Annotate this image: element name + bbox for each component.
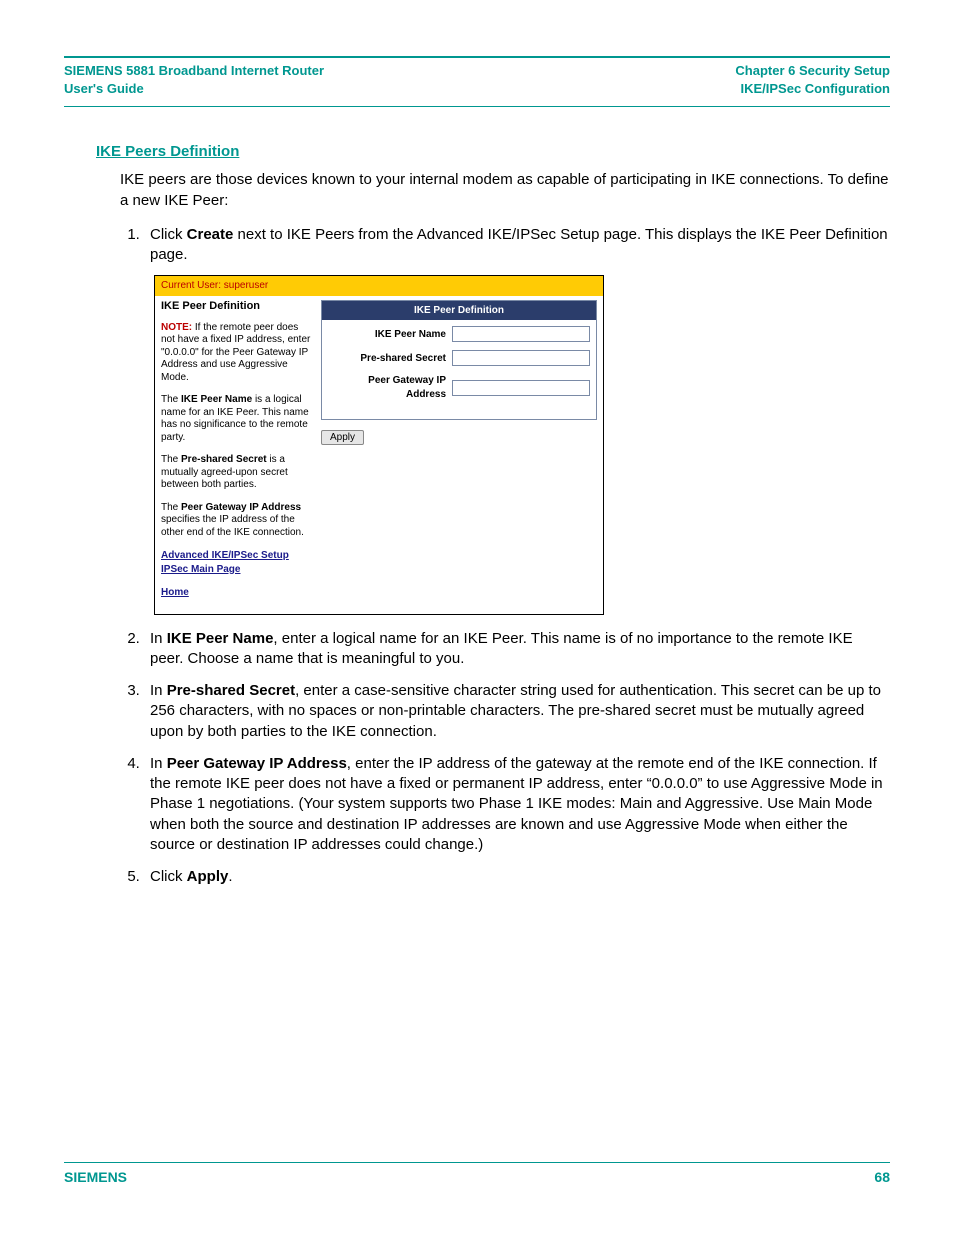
app-help-panel: IKE Peer Definition NOTE: If the remote …	[161, 300, 311, 600]
help-p2: The IKE Peer Name is a logical name for …	[161, 394, 311, 444]
apply-button[interactable]: Apply	[321, 430, 364, 445]
label-preshared-secret: Pre-shared Secret	[328, 352, 446, 366]
header-chapter: Chapter 6 Security Setup	[735, 62, 890, 80]
link-ipsec-main[interactable]: IPSec Main Page	[161, 563, 311, 577]
app-screenshot: Current User: superuser IKE Peer Definit…	[154, 275, 604, 614]
input-gateway-ip[interactable]	[452, 380, 590, 396]
label-gateway-ip: Peer Gateway IP Address	[328, 374, 446, 401]
header-section: IKE/IPSec Configuration	[735, 80, 890, 98]
help-note: NOTE: If the remote peer does not have a…	[161, 322, 311, 385]
intro-paragraph: IKE peers are those devices known to you…	[120, 170, 890, 211]
label-peer-name: IKE Peer Name	[328, 328, 446, 342]
footer-page-number: 68	[874, 1169, 890, 1185]
step-1: Click Create next to IKE Peers from the …	[144, 225, 890, 615]
input-preshared-secret[interactable]	[452, 350, 590, 366]
steps-list: Click Create next to IKE Peers from the …	[120, 225, 890, 888]
step-2: In IKE Peer Name, enter a logical name f…	[144, 629, 890, 670]
footer-brand: SIEMENS	[64, 1169, 127, 1185]
section-heading: IKE Peers Definition	[96, 143, 890, 160]
form-panel-title: IKE Peer Definition	[322, 301, 596, 321]
step-4: In Peer Gateway IP Address, enter the IP…	[144, 754, 890, 855]
step-5: Click Apply.	[144, 867, 890, 887]
header-product: SIEMENS 5881 Broadband Internet Router	[64, 62, 324, 80]
input-peer-name[interactable]	[452, 326, 590, 342]
link-advanced-setup[interactable]: Advanced IKE/IPSec Setup	[161, 549, 311, 563]
current-user-bar: Current User: superuser	[155, 276, 603, 296]
header-guide: User's Guide	[64, 80, 324, 98]
step-3: In Pre-shared Secret, enter a case-sensi…	[144, 681, 890, 742]
link-home[interactable]: Home	[161, 586, 311, 600]
help-title: IKE Peer Definition	[161, 300, 311, 314]
help-p3: The Pre-shared Secret is a mutually agre…	[161, 454, 311, 492]
form-panel: IKE Peer Definition IKE Peer Name Pre-sh…	[321, 300, 597, 421]
help-p4: The Peer Gateway IP Address specifies th…	[161, 502, 311, 540]
